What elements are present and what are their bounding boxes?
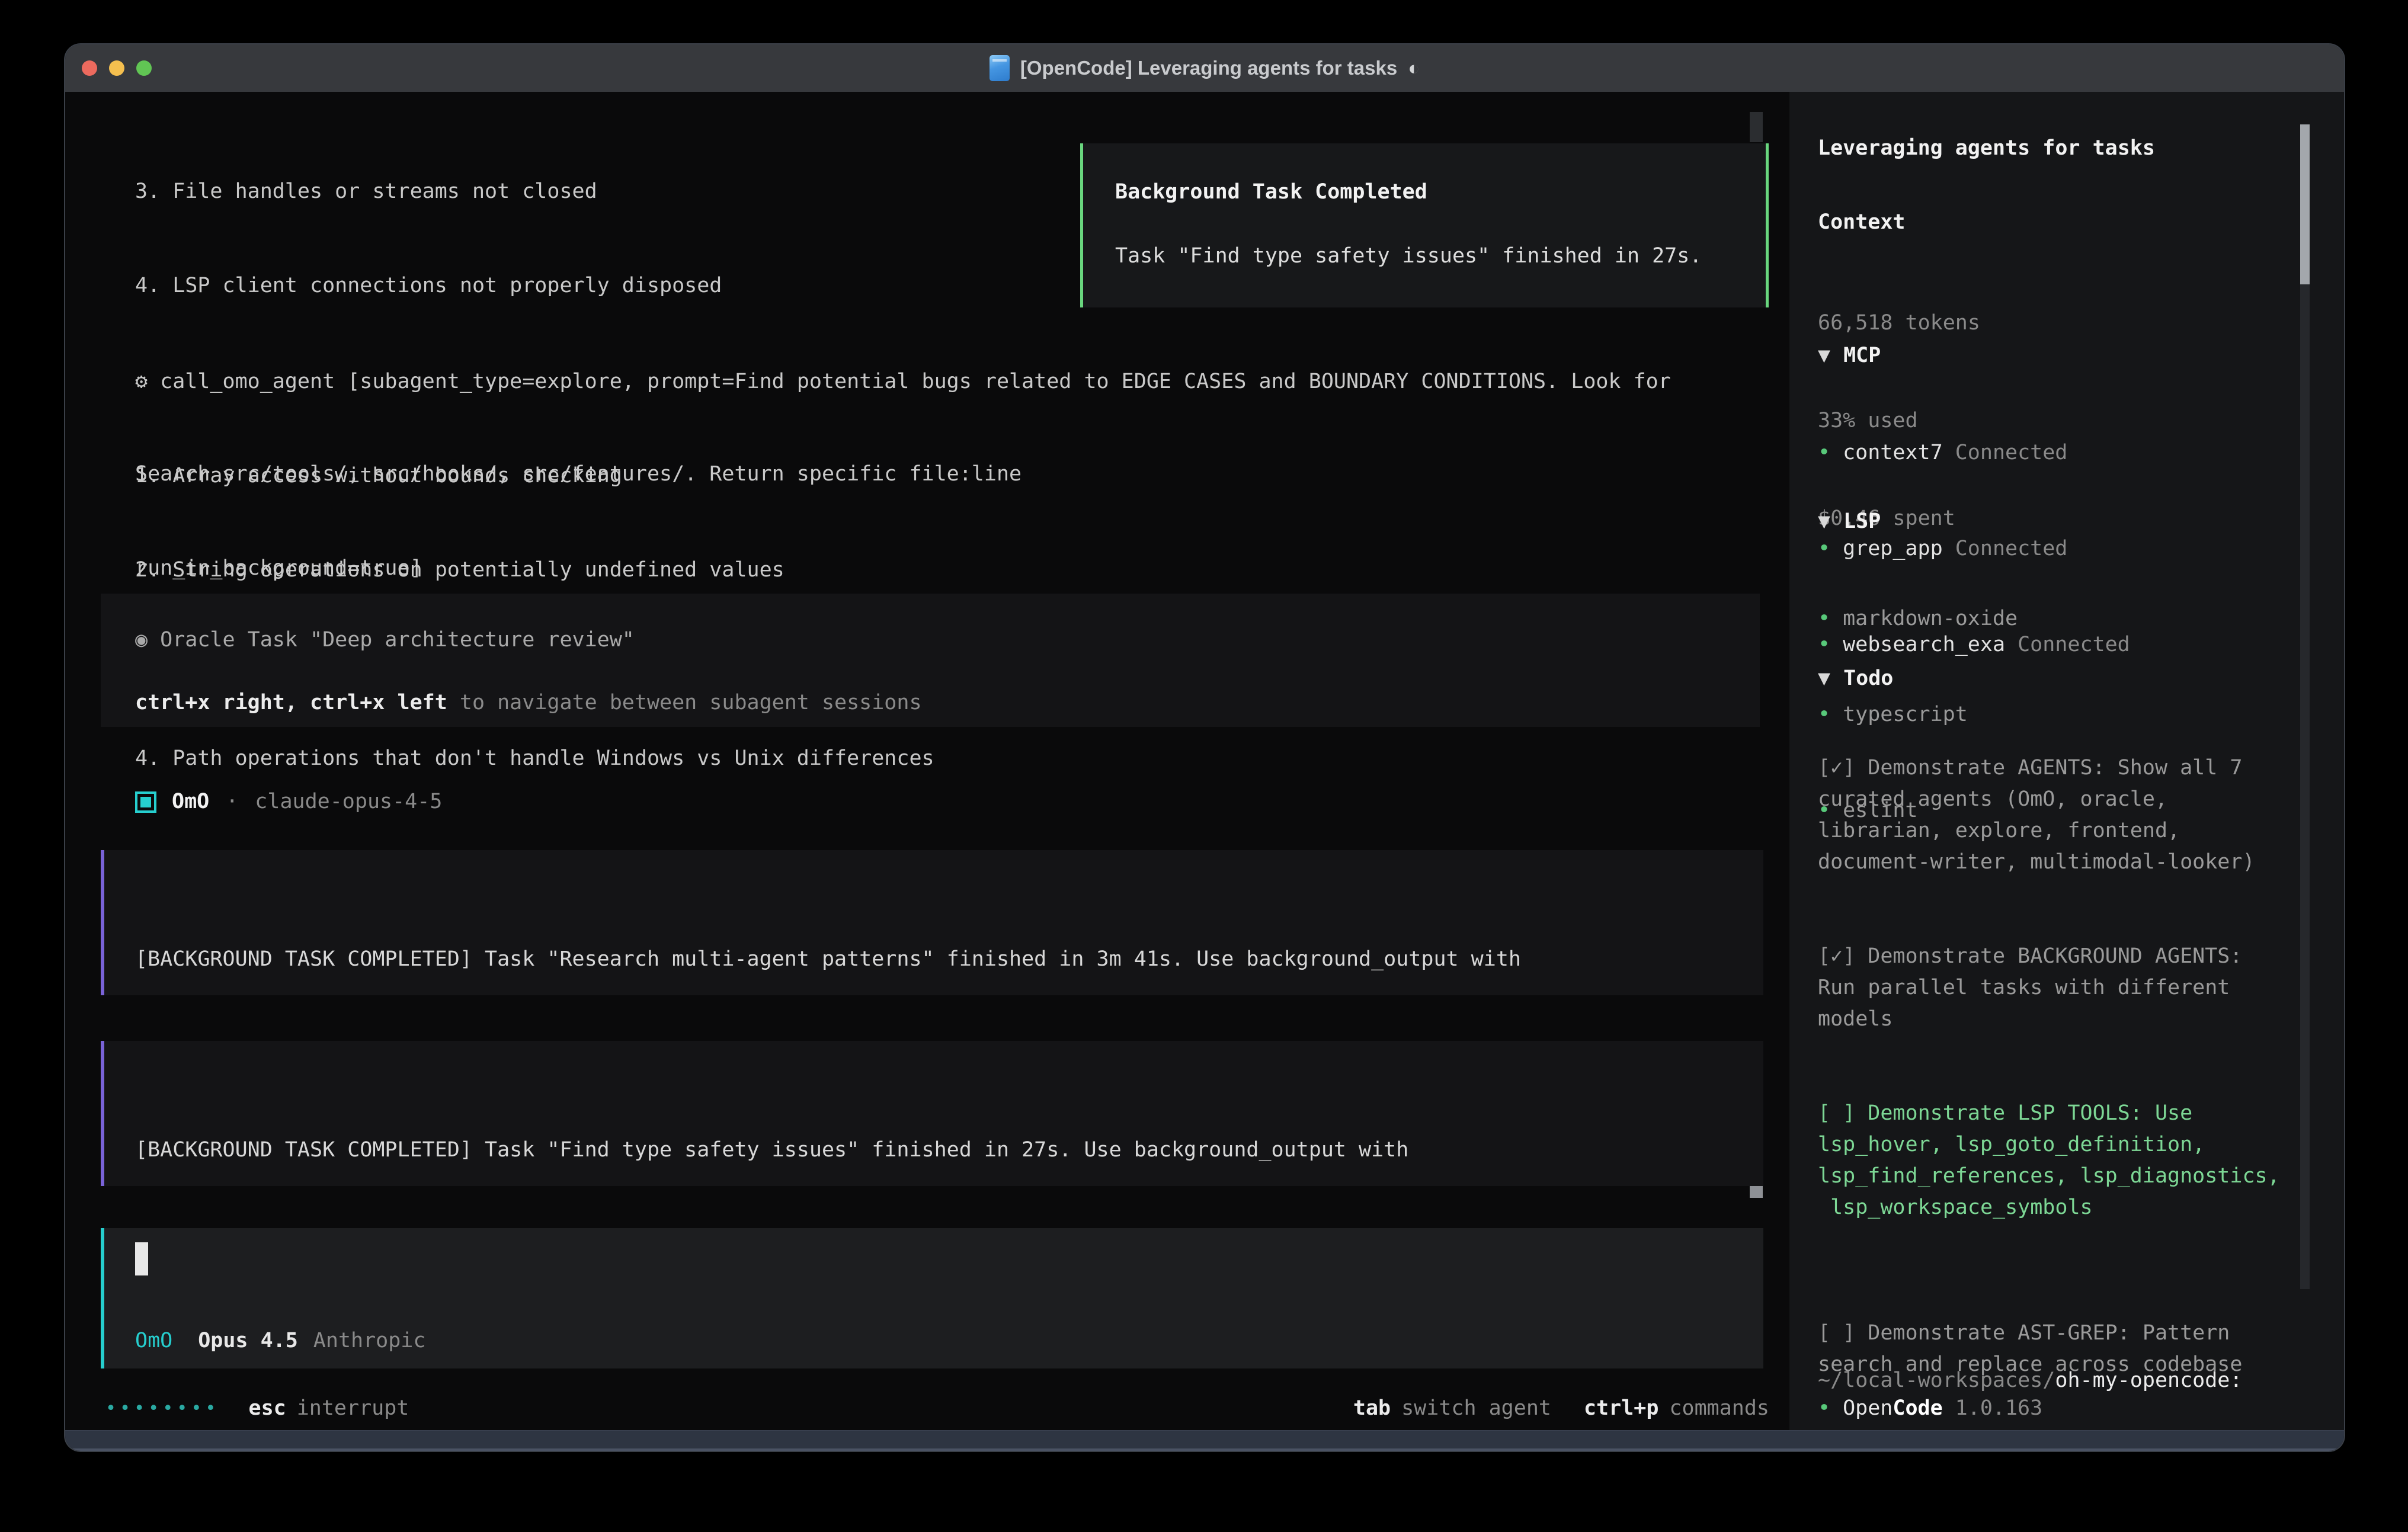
session-title: Leveraging agents for tasks [1818,133,2155,164]
lsp-item: • markdown-oxide [1818,602,2018,635]
message-line: [BACKGROUND TASK COMPLETED] Task "Find t… [135,1134,1408,1166]
mcp-section-header[interactable]: ▼ MCP [1818,340,1881,371]
app-version-number: 1.0.163 [1955,1393,2043,1424]
todo-header-label: Todo [1843,666,1893,690]
mcp-item-name: context7 [1843,441,1943,464]
status-bar: •••••••• esc interrupt tab switch agent … [105,1393,1769,1424]
esc-key-label: interrupt [297,1393,409,1424]
session-sidebar: Leveraging agents for tasks Context 66,5… [1789,92,2344,1431]
tool-call-line: 2. String operations on potentially unde… [135,555,1671,586]
mcp-item-status [1943,441,1955,464]
oracle-task-panel: ◉ Oracle Task "Deep architecture review"… [101,594,1760,727]
main-scrollbar-thumb-top[interactable] [1750,112,1763,142]
toast-body: Task "Find type safety issues" finished … [1115,241,1702,272]
sidebar-scrollbar-thumb[interactable] [2300,124,2310,284]
agent-name: OmO [172,786,209,818]
text-cursor [135,1242,148,1275]
oracle-task-hint: ctrl+x right, ctrl+x left to navigate be… [135,687,922,719]
mcp-item-status-text: Connected [1955,441,2068,464]
app-name-bold: Code [1893,1393,1942,1424]
input-agent-label: OmO [135,1325,172,1357]
main-scrollbar-thumb-bottom[interactable] [1750,1186,1763,1198]
agent-session-header: OmO · claude-opus-4-5 [135,786,442,818]
background-task-message: [BACKGROUND TASK COMPLETED] Task "Resear… [101,850,1763,995]
todo-item-active: [ ] Demonstrate LSP TOOLS: Use lsp_hover… [1818,1098,2298,1223]
toast-title: Background Task Completed [1115,177,1427,208]
window-title: [OpenCode] Leveraging agents for tasks [1020,57,1397,79]
app-name-regular: Open [1843,1393,1893,1424]
window-bottom-strip [65,1430,2344,1451]
workspace-path-name: oh-my-opencode: [2055,1368,2242,1392]
input-model-label: Opus 4.5 [198,1325,298,1357]
opencode-version-row: • Open Code 1.0.163 [1818,1393,2042,1424]
spinner-dots-icon: •••••••• [105,1393,220,1424]
bullet-icon: • [1818,1393,1830,1424]
titlebar: [OpenCode] Leveraging agents for tasks ◐ [65,44,2344,92]
document-fold-decoration [992,59,1007,62]
bullet-icon: • [1818,607,1830,630]
scrollback-line: 4. LSP client connections not properly d… [135,270,1022,302]
half-circle-icon: ◐ [1408,57,1420,79]
todo-item-done: [✓] Demonstrate AGENTS: Show all 7 curat… [1818,752,2298,878]
context-section-header: Context [1818,207,1906,238]
lsp-section-header[interactable]: ▼ LSP [1818,506,1881,537]
tool-call-line: ⚙ call_omo_agent [subagent_type=explore,… [135,366,1671,398]
mcp-header-label: MCP [1843,344,1881,367]
workspace-path-prefix: ~/local-workspaces/ [1818,1368,2055,1392]
agent-model: claude-opus-4-5 [255,786,442,818]
ctrl-p-key-hint: ctrl+p [1584,1393,1658,1424]
mcp-item: • context7 Connected [1818,436,2130,469]
conversation-pane: 3. File handles or streams not closed 4.… [65,92,1789,1431]
chevron-down-icon: ▼ [1818,344,1830,367]
esc-key-hint: esc [249,1393,286,1424]
opencode-terminal-window: [OpenCode] Leveraging agents for tasks ◐… [65,44,2344,1451]
prompt-input[interactable]: OmO Opus 4.5 Anthropic [101,1228,1763,1368]
background-task-toast: Background Task Completed Task "Find typ… [1080,143,1769,307]
message-line: [BACKGROUND TASK COMPLETED] Task "Resear… [135,944,1521,975]
sidebar-scrollbar-track[interactable] [2300,284,2310,1289]
input-provider-label: Anthropic [313,1325,426,1357]
tool-call-line: 1. Array access without bounds checking [135,460,1671,492]
status-bar-right: tab switch agent ctrl+p commands [1353,1393,1769,1424]
chevron-down-icon: ▼ [1818,666,1830,690]
bullet-icon: • [1818,441,1830,464]
window-title-area: [OpenCode] Leveraging agents for tasks ◐ [65,44,2344,92]
ctrl-p-key-label: commands [1669,1393,1769,1424]
separator-dot: · [226,786,238,818]
lsp-item-name: markdown-oxide [1843,607,2018,630]
document-icon [990,55,1010,81]
chevron-down-icon: ▼ [1818,509,1830,533]
agent-square-icon [135,791,156,813]
context-tokens: 66,518 tokens [1818,306,1980,341]
lsp-header-label: LSP [1843,509,1881,533]
keybinding-text: ctrl+x right, ctrl+x left [135,691,447,714]
tab-key-hint: tab [1353,1393,1391,1424]
oracle-task-label: ◉ Oracle Task "Deep architecture review" [135,624,635,656]
background-task-message: [BACKGROUND TASK COMPLETED] Task "Find t… [101,1041,1763,1186]
scrollback-line: 3. File handles or streams not closed [135,176,1022,207]
mcp-item-status-text: Connected [2018,633,2130,656]
input-meta-row: OmO Opus 4.5 Anthropic [135,1325,425,1357]
tab-key-label: switch agent [1401,1393,1551,1424]
todo-item-done: [✓] Demonstrate BACKGROUND AGENTS: Run p… [1818,941,2298,1035]
keybinding-description: to navigate between subagent sessions [447,691,922,714]
agent-square-icon-fill [140,797,151,807]
tool-call-line: 4. Path operations that don't handle Win… [135,743,1671,774]
